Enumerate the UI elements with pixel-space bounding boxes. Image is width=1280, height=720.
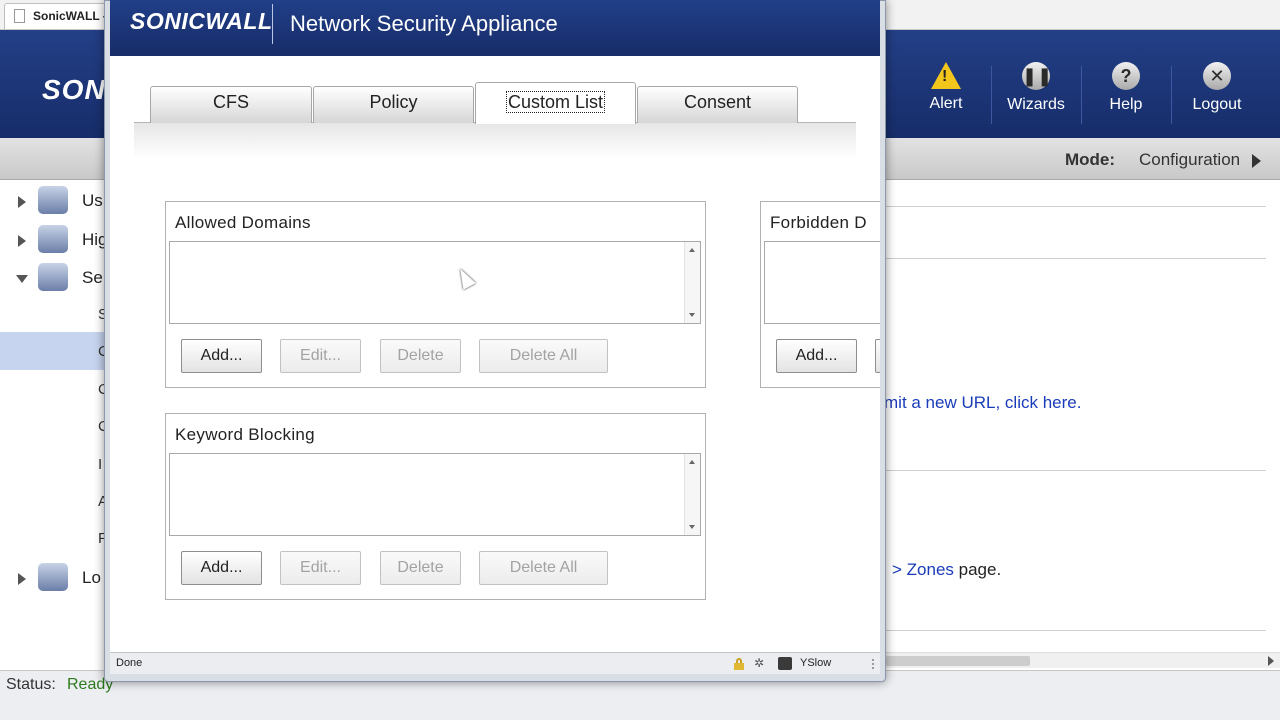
- popup-status-text: Done: [116, 657, 143, 669]
- forbidden-domains-clip: Forbidden D Add...: [760, 201, 880, 388]
- help-button[interactable]: ? Help: [1081, 62, 1171, 126]
- help-label: Help: [1109, 96, 1143, 113]
- allowed-delete-all-button[interactable]: Delete All: [479, 339, 608, 373]
- status-label: Status:: [6, 676, 56, 693]
- keyword-add-button[interactable]: Add...: [181, 551, 262, 585]
- tab-label: Consent: [683, 92, 752, 112]
- scroll-down-icon[interactable]: [689, 313, 695, 317]
- panel-title: Forbidden D: [770, 213, 867, 232]
- users-icon: [38, 186, 68, 214]
- expand-arrow-icon[interactable]: [18, 235, 26, 247]
- tab-label: Custom List: [505, 91, 606, 113]
- allowed-add-button[interactable]: Add...: [181, 339, 262, 373]
- wizards-button[interactable]: ❚❚ Wizards: [991, 62, 1081, 126]
- popup-statusbar: Done ✲ YSlow: [110, 652, 880, 674]
- panel-title: Allowed Domains: [175, 213, 311, 232]
- document-icon: [14, 9, 25, 23]
- forbidden-add-button[interactable]: Add...: [776, 339, 857, 373]
- forbidden-edit-button[interactable]: [875, 339, 880, 373]
- horizontal-scrollbar[interactable]: [886, 652, 1280, 668]
- sidebar-item-log[interactable]: Lo: [0, 559, 112, 595]
- divider: [886, 630, 1266, 631]
- list-scrollbar[interactable]: [684, 454, 700, 535]
- tab-cfs[interactable]: CFS: [150, 86, 312, 123]
- alert-button[interactable]: ! Alert: [901, 62, 991, 126]
- logout-button[interactable]: ✕ Logout: [1172, 62, 1262, 126]
- keyword-delete-all-button[interactable]: Delete All: [479, 551, 608, 585]
- browser-tab[interactable]: SonicWALL -: [4, 3, 114, 29]
- tab-label: CFS: [213, 92, 249, 112]
- scroll-right-icon[interactable]: [1268, 656, 1274, 666]
- expand-arrow-icon[interactable]: [18, 573, 26, 585]
- scroll-up-icon[interactable]: [689, 248, 695, 252]
- mode-value[interactable]: Configuration: [1139, 150, 1240, 170]
- logout-icon: ✕: [1203, 62, 1231, 90]
- high-availability-icon: [38, 225, 68, 253]
- tab-custom-list[interactable]: Custom List: [475, 82, 636, 124]
- sidebar-item-label: Lo: [82, 568, 101, 587]
- sidebar-item-security[interactable]: Se: [0, 259, 112, 295]
- header-divider: [272, 4, 273, 44]
- tab-policy[interactable]: Policy: [313, 86, 474, 123]
- tab-content-band: [134, 122, 856, 158]
- yslow-icon[interactable]: [778, 657, 792, 670]
- popup-logo: SONICWALL: [130, 8, 273, 34]
- list-scrollbar[interactable]: [684, 242, 700, 323]
- allowed-domains-list[interactable]: [169, 241, 701, 324]
- keyword-delete-button[interactable]: Delete: [380, 551, 461, 585]
- zones-arrow: >: [892, 560, 907, 579]
- zones-suffix: page.: [953, 560, 1002, 579]
- zones-link[interactable]: Zones: [907, 560, 954, 579]
- divider: [886, 206, 1266, 207]
- tab-consent[interactable]: Consent: [637, 86, 798, 123]
- scrollbar-thumb[interactable]: [886, 656, 1030, 666]
- zones-page-text: > Zones page.: [892, 560, 1001, 580]
- panel-title: Keyword Blocking: [175, 425, 315, 444]
- help-icon: ?: [1112, 62, 1140, 90]
- divider: [886, 258, 1266, 259]
- alert-icon: !: [931, 62, 961, 89]
- submit-url-link[interactable]: mit a new URL, click here.: [884, 393, 1081, 413]
- divider: [886, 470, 1266, 471]
- wizards-label: Wizards: [1007, 96, 1065, 113]
- allowed-delete-button[interactable]: Delete: [380, 339, 461, 373]
- alert-label: Alert: [929, 95, 963, 112]
- keyword-edit-button[interactable]: Edit...: [280, 551, 361, 585]
- popup-title: Network Security Appliance: [290, 11, 558, 36]
- scroll-down-icon[interactable]: [689, 525, 695, 529]
- firebug-icon[interactable]: ✲: [754, 656, 764, 670]
- sidebar-subitem[interactable]: I: [98, 456, 102, 473]
- yslow-label[interactable]: YSlow: [800, 657, 831, 669]
- sidebar-selected-row[interactable]: [0, 332, 112, 370]
- browser-tab-label: SonicWALL -: [33, 9, 107, 23]
- scroll-up-icon[interactable]: [689, 460, 695, 464]
- sidebar-item-label: Se: [82, 268, 103, 287]
- allowed-edit-button[interactable]: Edit...: [280, 339, 361, 373]
- collapse-arrow-icon[interactable]: [16, 275, 28, 283]
- keyword-blocking-panel: Keyword Blocking Add... Edit... Delete D…: [165, 413, 706, 600]
- expand-arrow-icon[interactable]: [18, 196, 26, 208]
- security-shield-icon: [38, 263, 68, 291]
- sidebar-item-label: Us: [82, 191, 103, 210]
- lock-icon: [734, 658, 744, 670]
- log-icon: [38, 563, 68, 591]
- forbidden-domains-list[interactable]: [764, 241, 880, 324]
- forbidden-domains-panel: Forbidden D Add...: [760, 201, 880, 388]
- tab-label: Policy: [369, 92, 418, 112]
- mode-arrow-icon[interactable]: [1252, 154, 1261, 168]
- wizard-icon: ❚❚: [1022, 62, 1052, 90]
- main-content: [886, 180, 1280, 670]
- sidebar-item-users[interactable]: Us: [0, 182, 112, 218]
- keyword-blocking-list[interactable]: [169, 453, 701, 536]
- logout-label: Logout: [1192, 96, 1242, 113]
- mode-label: Mode:: [1065, 150, 1116, 169]
- sidebar-item-high-availability[interactable]: Hig: [0, 221, 112, 257]
- resize-grip-icon[interactable]: [872, 659, 878, 669]
- allowed-domains-panel: Allowed Domains Add... Edit... Delete De…: [165, 201, 706, 388]
